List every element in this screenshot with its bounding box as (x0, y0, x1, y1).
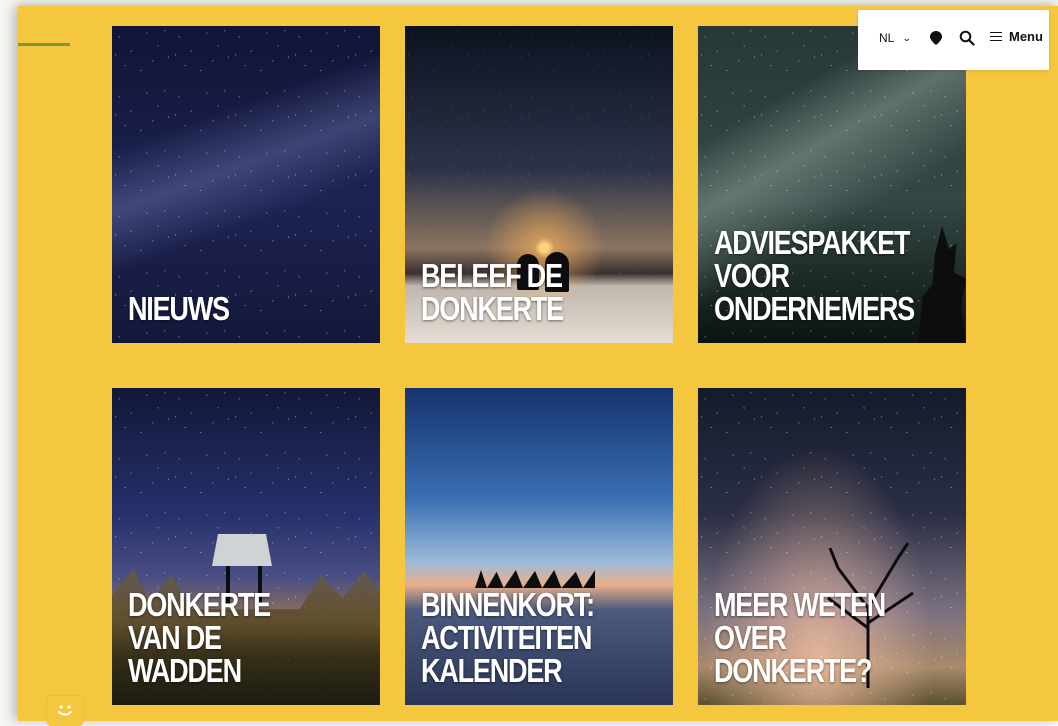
tile-adviespakket[interactable]: ADVIESPAKKET VOOR ONDERNEMERS (698, 26, 966, 343)
tile-label: BELEEF DE DONKERTE (421, 257, 564, 327)
bird-hide-hut (212, 534, 272, 566)
map-pin-icon[interactable] (930, 31, 942, 45)
menu-button[interactable]: Menu (990, 29, 1043, 44)
feedback-widget[interactable] (47, 696, 83, 726)
search-icon[interactable] (959, 30, 975, 46)
smiley-icon (58, 705, 72, 716)
language-label: NL (879, 31, 895, 45)
chevron-down-icon: ⌄ (902, 32, 913, 43)
tile-label: MEER WETEN OVER DONKERTE? (714, 586, 886, 689)
language-selector[interactable]: NL ⌄ (879, 31, 913, 45)
page-container: NIEUWS BELEEF DE DONKERTE ADVIESPAKKET V… (18, 6, 1058, 721)
tile-label: DONKERTE VAN DE WADDEN (128, 586, 271, 689)
accent-line (18, 43, 70, 46)
header-bar: NL ⌄ Menu (858, 10, 1049, 70)
tile-label: NIEUWS (128, 290, 230, 327)
hamburger-icon (990, 31, 1002, 42)
tile-donkerte-van-de-wadden[interactable]: DONKERTE VAN DE WADDEN (112, 388, 380, 705)
tile-nieuws[interactable]: NIEUWS (112, 26, 380, 343)
menu-label: Menu (1009, 29, 1043, 44)
tile-activiteiten-kalender[interactable]: BINNENKORT: ACTIVITEITEN KALENDER (405, 388, 673, 705)
tile-label: ADVIESPAKKET VOOR ONDERNEMERS (714, 224, 915, 327)
tile-meer-weten-over-donkerte[interactable]: MEER WETEN OVER DONKERTE? (698, 388, 966, 705)
tile-beleef-de-donkerte[interactable]: BELEEF DE DONKERTE (405, 26, 673, 343)
tile-label: BINNENKORT: ACTIVITEITEN KALENDER (421, 586, 595, 689)
